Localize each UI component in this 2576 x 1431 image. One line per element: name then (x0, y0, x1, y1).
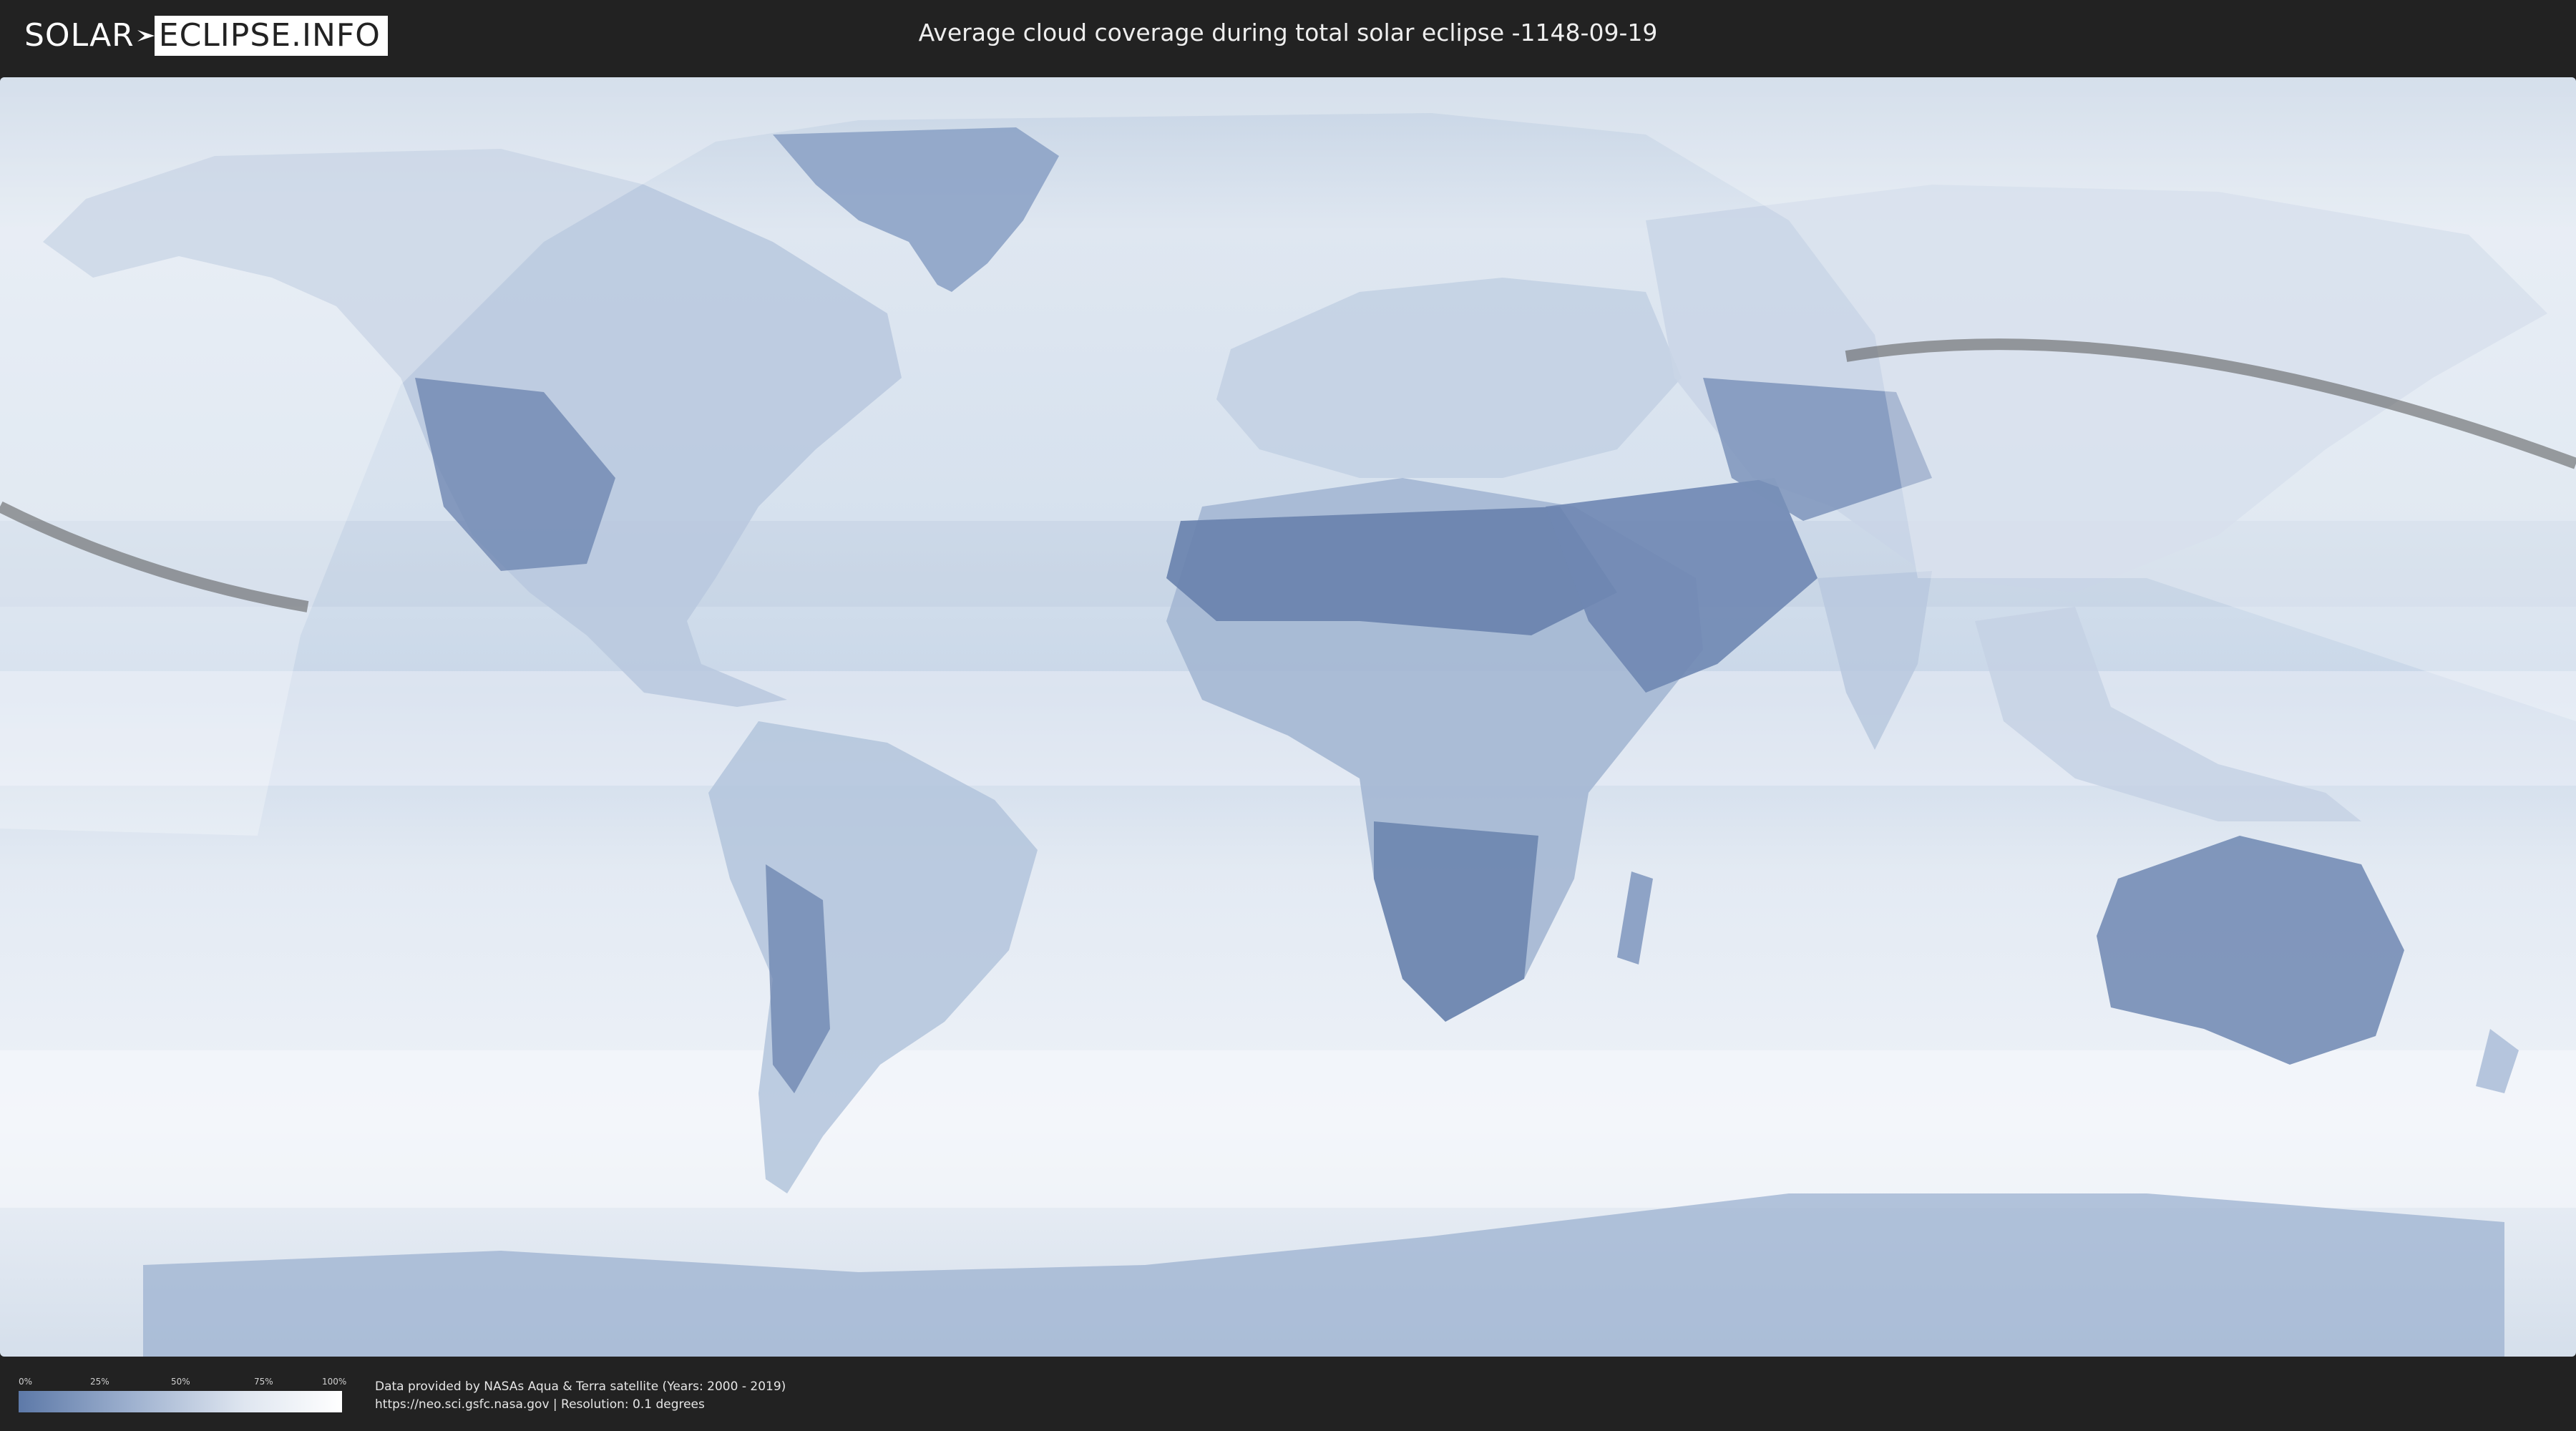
legend-color-scale (19, 1391, 342, 1412)
legend-tick-50: 50% (171, 1377, 190, 1387)
header-bar: SOLAR ECLIPSE.INFO Average cloud coverag… (0, 0, 2576, 72)
legend-ticks: 0% 25% 50% 75% 100% (19, 1377, 346, 1388)
data-credits: Data provided by NASAs Aqua & Terra sate… (375, 1378, 786, 1414)
cloud-coverage-map[interactable] (0, 77, 2576, 1357)
legend-tick-0: 0% (19, 1377, 33, 1387)
sahara-clear (1166, 507, 1617, 635)
cloud-band-south (0, 1050, 2576, 1208)
world-map-svg (0, 77, 2576, 1357)
legend-tick-25: 25% (90, 1377, 109, 1387)
credits-line-source: Data provided by NASAs Aqua & Terra sate… (375, 1379, 786, 1394)
page-title: Average cloud coverage during total sola… (918, 19, 1658, 47)
legend-tick-100: 100% (322, 1377, 347, 1387)
credits-line-url[interactable]: https://neo.sci.gsfc.nasa.gov | Resoluti… (375, 1396, 786, 1414)
legend-tick-75: 75% (254, 1377, 273, 1387)
